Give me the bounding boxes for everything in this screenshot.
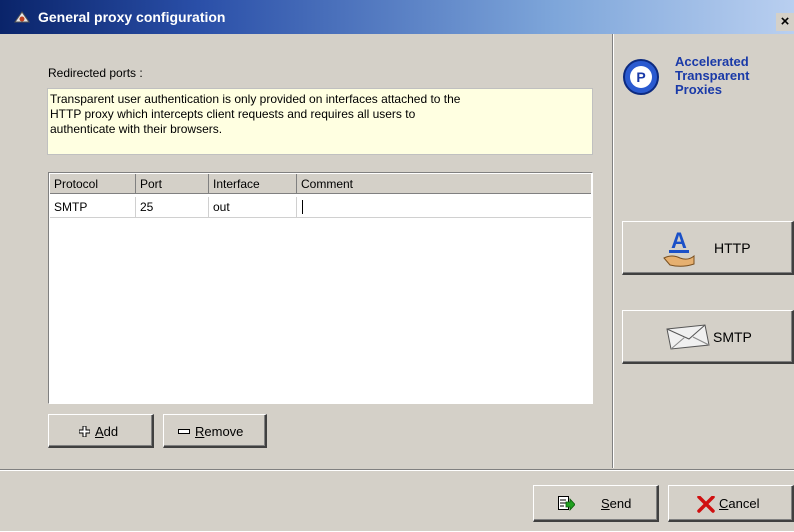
smtp-button-label: SMTP — [713, 329, 752, 345]
envelope-icon — [666, 324, 710, 350]
column-header-comment[interactable]: Comment — [297, 174, 591, 194]
remove-button[interactable]: Remove — [163, 414, 267, 448]
info-line: HTTP proxy which intercepts client reque… — [50, 107, 416, 121]
cell-interface[interactable]: out — [209, 197, 297, 217]
http-hand-icon: A — [663, 228, 695, 267]
redirected-ports-label: Redirected ports : — [48, 66, 143, 80]
cancel-x-icon — [697, 496, 715, 513]
cancel-button[interactable]: Cancel — [668, 485, 794, 522]
logo-line: Transparent — [675, 68, 750, 83]
logo-line: Proxies — [675, 82, 722, 97]
svg-text:P: P — [636, 69, 645, 85]
smtp-button[interactable]: SMTP — [622, 310, 794, 364]
add-button-label: Add — [95, 424, 119, 439]
minus-icon — [178, 429, 190, 434]
logo-line: Accelerated — [675, 54, 749, 69]
cell-port[interactable]: 25 — [136, 197, 209, 217]
column-header-protocol[interactable]: Protocol — [50, 174, 136, 194]
svg-text:A: A — [671, 228, 687, 253]
info-note: Transparent user authentication is only … — [47, 88, 593, 155]
table-row[interactable]: SMTP 25 out — [50, 197, 591, 218]
logo-text: Accelerated Transparent Proxies — [675, 55, 749, 97]
send-icon — [558, 496, 575, 512]
remove-button-label: Remove — [195, 424, 244, 439]
plus-icon — [79, 426, 90, 437]
http-button-label: HTTP — [714, 240, 751, 256]
info-line: Transparent user authentication is only … — [50, 92, 461, 106]
proxy-app-icon — [14, 11, 30, 23]
table-header: Protocol Port Interface Comment — [50, 174, 591, 194]
window-title: General proxy configuration — [38, 9, 226, 25]
add-button[interactable]: Add — [48, 414, 154, 448]
text-caret — [302, 200, 303, 214]
title-bar[interactable]: General proxy configuration × — [0, 0, 794, 34]
info-line: authenticate with their browsers. — [50, 122, 223, 136]
column-header-port[interactable]: Port — [136, 174, 209, 194]
column-header-interface[interactable]: Interface — [209, 174, 297, 194]
cancel-button-label: Cancel — [719, 496, 760, 511]
send-button[interactable]: Send — [533, 485, 659, 522]
footer-divider — [0, 470, 794, 471]
proxy-config-dialog: General proxy configuration × Redirected… — [0, 0, 794, 531]
cell-comment-editor[interactable] — [297, 197, 591, 217]
http-button[interactable]: A HTTP — [622, 221, 794, 275]
atp-logo-icon: P — [623, 59, 659, 95]
cell-protocol[interactable]: SMTP — [50, 197, 136, 217]
send-button-label: Send — [601, 496, 632, 511]
close-button[interactable]: × — [776, 13, 794, 31]
ports-table[interactable]: Protocol Port Interface Comment SMTP 25 … — [48, 172, 593, 404]
